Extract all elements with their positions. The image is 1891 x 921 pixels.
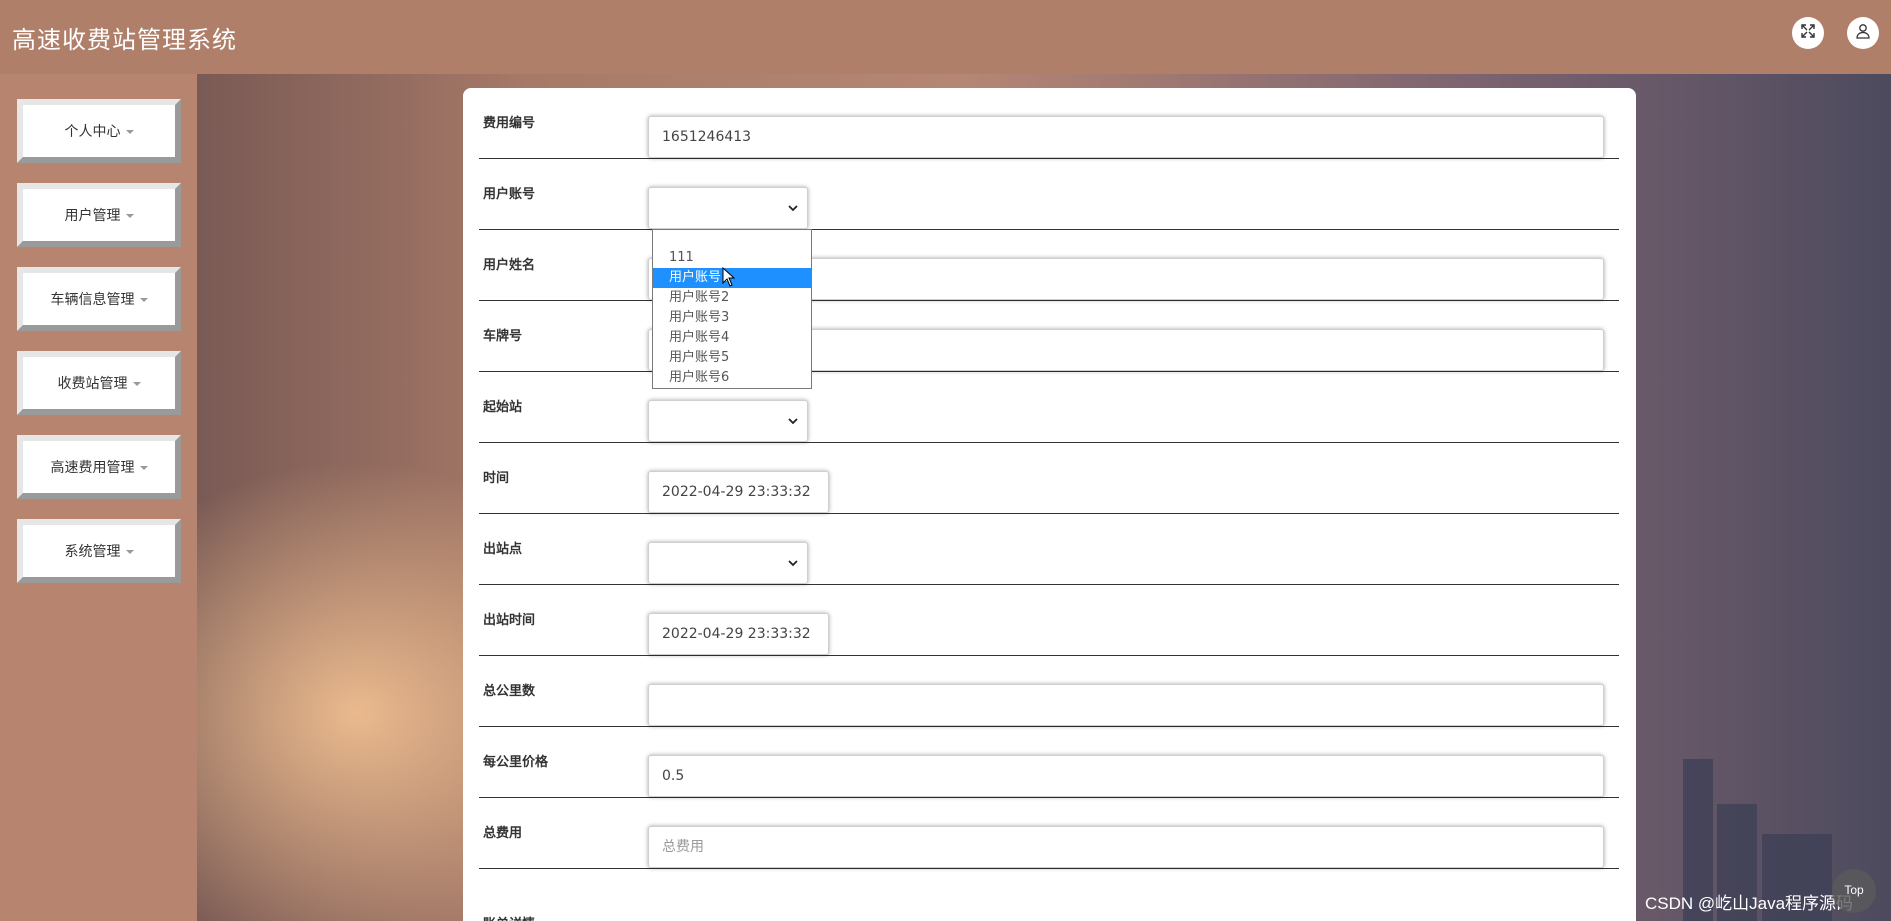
chevron-down-icon <box>788 560 798 567</box>
dropdown-option[interactable]: 用户账号4 <box>653 328 811 348</box>
form-row-price-per-km: 每公里价格 0.5 <box>479 727 1619 798</box>
back-to-top-button[interactable]: Top <box>1832 869 1876 913</box>
top-header: 高速收费站管理系统 <box>0 0 1891 74</box>
chevron-down-icon <box>788 418 798 425</box>
field-label: 账单详情 <box>483 889 535 921</box>
caret-down-icon <box>139 298 148 302</box>
dropdown-option[interactable]: 用户账号3 <box>653 308 811 328</box>
total-fee-input[interactable]: 总费用 <box>648 826 1604 868</box>
user-icon <box>1855 23 1871 43</box>
field-label: 时间 <box>483 471 510 486</box>
fee-form-card: 费用编号 1651246413 用户账号 用户姓名 车牌号 起始站 时间 202… <box>463 88 1636 921</box>
price-per-km-input[interactable]: 0.5 <box>648 755 1604 797</box>
field-label: 出站点 <box>483 542 523 557</box>
mouse-cursor-icon <box>722 267 736 287</box>
sidebar-item-label: 车辆信息管理 <box>50 292 135 308</box>
time-input[interactable]: 2022-04-29 23:33:32 <box>648 471 829 513</box>
form-row-bill-details: 账单详情 <box>479 869 1619 921</box>
field-label: 用户姓名 <box>483 258 536 273</box>
dropdown-option[interactable]: 用户账号2 <box>653 288 811 308</box>
field-label: 用户账号 <box>483 187 536 202</box>
caret-down-icon <box>139 466 148 470</box>
form-row-fee-no: 费用编号 1651246413 <box>479 88 1619 159</box>
dropdown-option[interactable]: 用户账号6 <box>653 368 811 388</box>
form-row-exit-station: 出站点 <box>479 514 1619 585</box>
user-account-select[interactable] <box>648 187 808 229</box>
start-station-select[interactable] <box>648 400 808 442</box>
caret-down-icon <box>125 130 134 134</box>
caret-down-icon <box>125 550 134 554</box>
sidebar-item-system-management[interactable]: 系统管理 <box>17 519 181 583</box>
sidebar-item-user-management[interactable]: 用户管理 <box>17 183 181 247</box>
dropdown-option[interactable]: 用户账号5 <box>653 348 811 368</box>
field-label: 总公里数 <box>483 684 536 699</box>
caret-down-icon <box>125 214 134 218</box>
fullscreen-button[interactable] <box>1792 17 1824 49</box>
field-label: 起始站 <box>483 400 523 415</box>
form-row-total-km: 总公里数 <box>479 656 1619 727</box>
sidebar-item-label: 收费站管理 <box>57 376 128 392</box>
user-button[interactable] <box>1847 17 1879 49</box>
field-label: 出站时间 <box>483 613 536 628</box>
form-row-time: 时间 2022-04-29 23:33:32 <box>479 443 1619 514</box>
field-label: 总费用 <box>483 826 523 841</box>
form-row-total-fee: 总费用 总费用 <box>479 798 1619 869</box>
expand-icon <box>1800 23 1816 43</box>
sidebar-item-label: 系统管理 <box>64 544 121 560</box>
field-label: 每公里价格 <box>483 755 549 770</box>
caret-down-icon <box>132 382 141 386</box>
sidebar-item-fee-management[interactable]: 高速费用管理 <box>17 435 181 499</box>
sidebar-item-tollstation-management[interactable]: 收费站管理 <box>17 351 181 415</box>
sidebar-item-vehicle-management[interactable]: 车辆信息管理 <box>17 267 181 331</box>
total-km-input[interactable] <box>648 684 1604 726</box>
form-row-user-name: 用户姓名 <box>479 230 1619 301</box>
watermark-text: CSDN @屹山Java程序源码 <box>1645 894 1854 913</box>
sidebar-item-label: 用户管理 <box>64 208 121 224</box>
dropdown-option[interactable]: 111 <box>653 248 811 268</box>
sidebar-item-label: 个人中心 <box>64 124 121 140</box>
form-row-start-station: 起始站 <box>479 372 1619 443</box>
sidebar-item-label: 高速费用管理 <box>50 460 135 476</box>
chevron-down-icon <box>788 205 798 212</box>
form-row-user-account: 用户账号 <box>479 159 1619 230</box>
app-title: 高速收费站管理系统 <box>12 25 237 54</box>
field-label: 车牌号 <box>483 329 523 344</box>
exit-station-select[interactable] <box>648 542 808 584</box>
user-account-dropdown: 111 用户账号1 用户账号2 用户账号3 用户账号4 用户账号5 用户账号6 <box>652 229 812 389</box>
sidebar-item-personal-center[interactable]: 个人中心 <box>17 99 181 163</box>
fee-no-input[interactable]: 1651246413 <box>648 116 1604 158</box>
form-row-plate-no: 车牌号 <box>479 301 1619 372</box>
sidebar: 个人中心 用户管理 车辆信息管理 收费站管理 高速费用管理 系统管理 <box>0 74 197 921</box>
form-row-exit-time: 出站时间 2022-04-29 23:33:32 <box>479 585 1619 656</box>
field-label: 费用编号 <box>483 116 536 131</box>
exit-time-input[interactable]: 2022-04-29 23:33:32 <box>648 613 829 655</box>
